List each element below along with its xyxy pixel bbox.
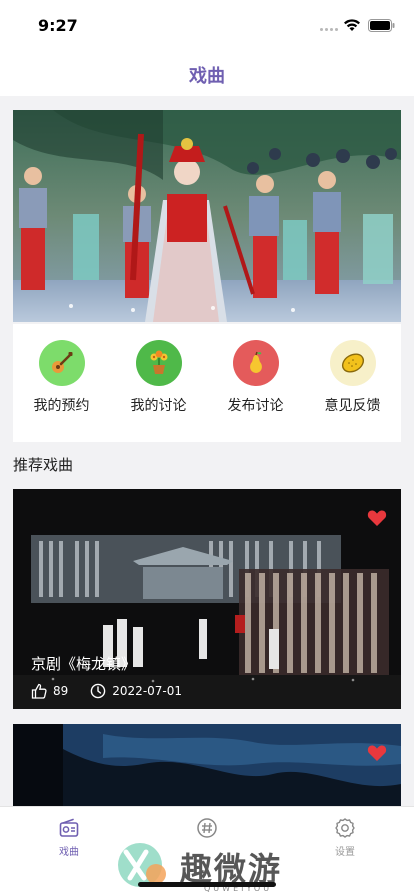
banner-image[interactable] [13, 110, 401, 322]
battery-icon [368, 19, 395, 32]
page-title: 戏曲 [189, 66, 225, 87]
status-time: 9:27 [38, 16, 78, 35]
my-reservations-button[interactable]: 我的预约 [13, 340, 110, 430]
guitar-icon [38, 340, 85, 386]
opera-card[interactable]: 京剧《梅龙镇》 89 2022-07-01 [13, 489, 401, 709]
like-count: 89 [53, 684, 69, 698]
quick-action-label: 意见反馈 [324, 398, 381, 414]
pear-icon [232, 340, 279, 386]
post-discussion-button[interactable]: 发布讨论 [207, 340, 304, 430]
opera-date: 2022-07-01 [112, 684, 183, 698]
tab-label: 戏曲 [59, 847, 79, 858]
status-bar: 9:27 [0, 0, 414, 50]
my-discussions-button[interactable]: 我的讨论 [110, 340, 207, 430]
lemon-icon [329, 340, 376, 386]
favorite-heart-icon[interactable] [367, 744, 387, 762]
feedback-button[interactable]: 意见反馈 [304, 340, 401, 430]
section-title: 推荐戏曲 [13, 456, 74, 474]
quick-action-label: 发布讨论 [227, 398, 284, 414]
opera-card[interactable] [13, 724, 401, 814]
quick-action-label: 我的预约 [33, 398, 90, 414]
opera-stage-image [13, 489, 401, 709]
quick-actions-panel: 我的预约 我的讨论 发布讨论 意见反馈 [13, 324, 401, 442]
opera-stage-image [13, 724, 401, 814]
clock-icon [90, 683, 106, 699]
gear-icon [335, 818, 355, 838]
tab-label: 设置 [335, 847, 355, 858]
flower-pot-icon [135, 340, 182, 386]
radio-icon [59, 818, 79, 837]
wifi-icon [344, 19, 360, 31]
home-indicator[interactable] [138, 882, 276, 887]
opera-meta: 89 2022-07-01 [31, 681, 182, 701]
thumbs-up-icon[interactable] [31, 683, 47, 699]
navigation-bar: 戏曲 [0, 50, 414, 96]
quick-action-label: 我的讨论 [130, 398, 187, 414]
stage-performance-illustration [13, 110, 401, 322]
favorite-heart-icon[interactable] [367, 509, 387, 527]
opera-title: 京剧《梅龙镇》 [31, 655, 137, 673]
tab-settings[interactable]: 设置 [305, 817, 385, 858]
signal-dots-icon [320, 28, 344, 32]
tab-opera[interactable]: 戏曲 [29, 817, 109, 858]
